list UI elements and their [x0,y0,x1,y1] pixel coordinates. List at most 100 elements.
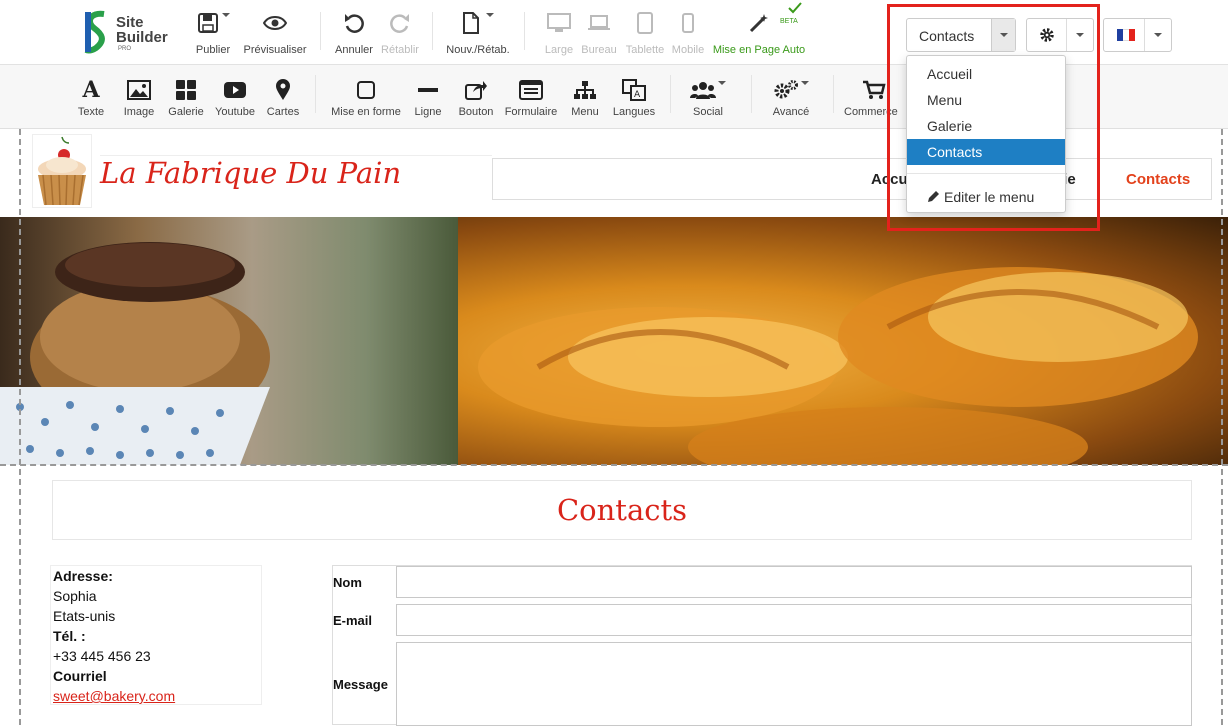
toolbar-divider [315,75,316,113]
save-disk-icon [197,13,218,33]
insert-advanced-button[interactable]: Avancé [768,77,814,118]
map-pin-icon [276,79,290,100]
chevron-down-icon [1154,33,1162,37]
edit-guide-left [19,129,21,725]
email-field[interactable] [396,604,1192,636]
square-shape-icon [357,81,375,99]
publish-button[interactable]: Publier [193,8,233,60]
toolbar-divider [524,12,525,50]
checkmark-icon [788,2,802,14]
insert-image-button[interactable]: Image [120,77,158,118]
advanced-caret-icon [801,81,809,85]
insert-youtube-button[interactable]: Youtube [212,77,258,118]
sitemap-icon [574,81,596,99]
logo-mark-icon [84,10,105,54]
view-large-button[interactable]: Large [540,8,578,60]
flag-stripe-red [1129,29,1135,41]
magic-wand-icon [749,14,768,33]
tablet-icon [637,12,653,34]
share-arrow-icon [465,81,487,100]
gears-icon [774,80,798,99]
toolbar-divider [670,75,671,113]
phone-value: +33 445 456 23 [53,648,151,664]
view-mobile-label: Mobile [671,44,705,56]
monitor-icon [547,13,571,32]
address-label: Adresse: [53,568,113,584]
insert-button-label: Bouton [458,106,494,118]
insert-youtube-label: Youtube [215,106,255,118]
undo-label: Annuler [335,44,373,56]
view-desktop-label: Bureau [581,44,617,56]
preview-button[interactable]: Prévisualiser [242,8,308,60]
gallery-grid-icon [176,80,196,100]
contact-form[interactable]: Nom E-mail Message [332,565,1192,726]
view-tablet-label: Tablette [625,44,665,56]
insert-languages-label: Langues [612,106,656,118]
toolbar-divider [833,75,834,113]
site-logo-cupcake[interactable] [32,134,92,208]
view-desktop-button[interactable]: Bureau [580,8,618,60]
language-selector[interactable] [1103,18,1172,52]
publish-label: Publier [195,44,231,56]
address-block[interactable]: Adresse: Sophia Etats-unis Tél. : +33 44… [50,565,262,705]
laptop-icon [588,15,610,30]
french-flag-icon [1117,29,1135,41]
name-field[interactable] [396,566,1192,598]
insert-social-button[interactable]: Social [686,77,730,118]
auto-layout-button[interactable]: BETA Mise en Page Auto [710,2,808,60]
eye-icon [263,16,287,30]
cupcake-icon [38,136,86,206]
email-link[interactable]: sweet@bakery.com [53,688,175,704]
publish-caret-icon [221,13,230,17]
contacts-heading-block[interactable]: Contacts [52,480,1192,540]
croissants-photo [478,267,1198,465]
view-large-label: Large [544,44,574,56]
mobile-icon [682,13,694,33]
translate-icon: A [622,79,646,101]
logo-text-pro: PRO [118,46,132,52]
view-tablet-button[interactable]: Tablette [623,8,667,60]
insert-map-label: Cartes [266,106,300,118]
site-nav-item-contacts[interactable]: Contacts [1126,171,1190,188]
insert-text-label: Texte [77,106,105,118]
logo-text-site: Site [116,14,144,31]
toolbar-divider [751,75,752,113]
insert-languages-button[interactable]: A Langues [610,77,658,118]
hero-banner[interactable] [0,217,1228,465]
toolbar-divider [432,12,433,50]
insert-menu-label: Menu [571,106,599,118]
new-restore-button[interactable]: Nouv./Rétab. [445,8,511,60]
insert-line-label: Ligne [414,106,442,118]
insert-text-button[interactable]: A Texte [73,77,109,118]
beta-badge: BETA [780,18,798,25]
site-navigation[interactable]: Accu erie Contacts [492,158,1212,200]
insert-map-button[interactable]: Cartes [264,77,302,118]
insert-gallery-button[interactable]: Galerie [166,77,206,118]
insert-button-button[interactable]: Bouton [455,77,497,118]
insert-line-button[interactable]: Ligne [410,77,446,118]
insert-shape-button[interactable]: Mise en forme [328,77,404,118]
redo-icon [390,14,409,33]
view-mobile-button[interactable]: Mobile [670,8,706,60]
insert-image-label: Image [123,106,155,118]
line-icon [418,88,438,92]
new-restore-caret-icon [486,13,494,17]
phone-label: Tél. : [53,628,86,644]
site-title[interactable]: La Fabrique Du Pain [100,155,492,191]
message-field[interactable] [396,642,1192,726]
new-page-icon [463,12,479,34]
highlight-annotation-box [887,4,1100,231]
insert-form-button[interactable]: Formulaire [502,77,560,118]
image-icon [127,80,151,100]
social-caret-icon [718,81,726,85]
form-icon [519,80,543,100]
toolbar-divider [320,12,321,50]
cupcake-photo [0,242,270,465]
insert-menu-button[interactable]: Menu [566,77,604,118]
redo-button[interactable]: Rétablir [380,8,420,60]
undo-icon [345,14,364,33]
email-field-label: E-mail [333,613,373,628]
text-icon: A [82,77,100,103]
undo-button[interactable]: Annuler [333,8,375,60]
insert-gallery-label: Galerie [168,106,204,118]
